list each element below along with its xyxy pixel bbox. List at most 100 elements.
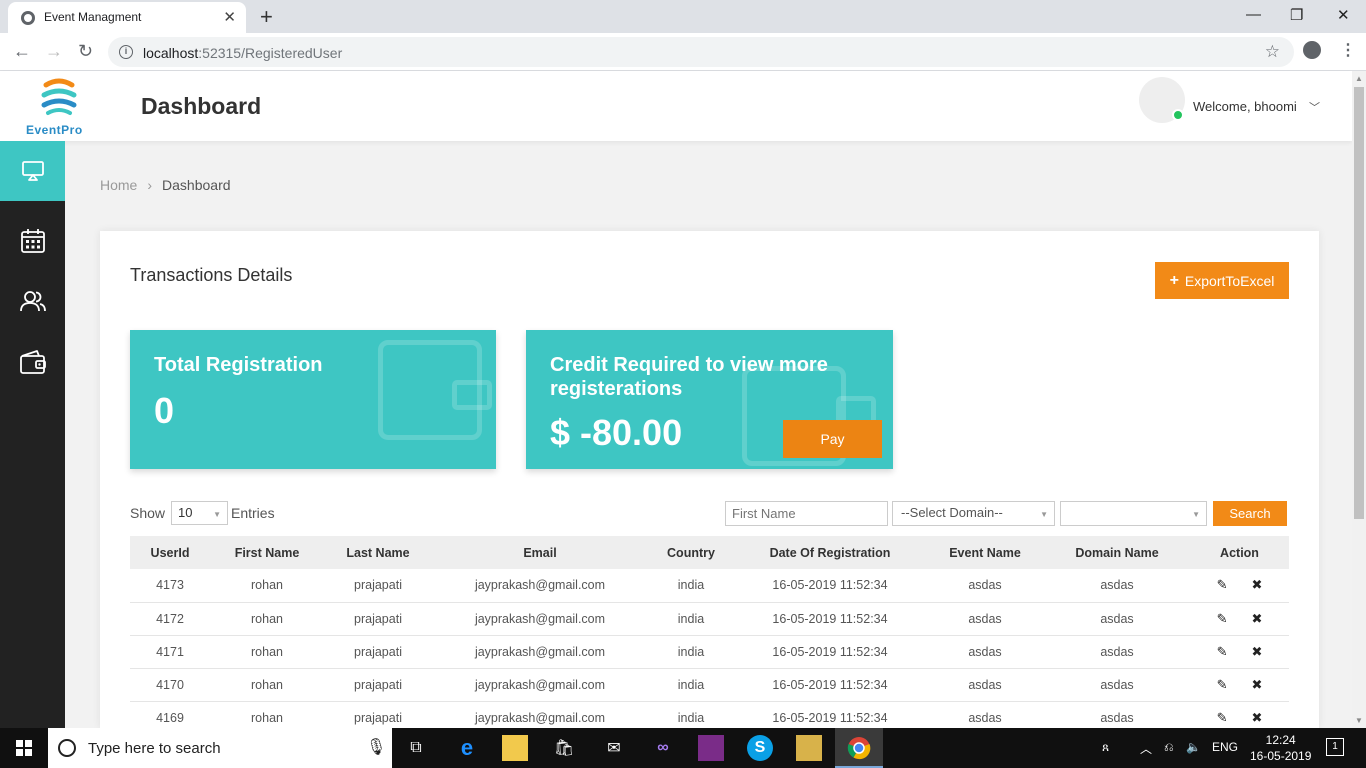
action-center-icon[interactable]: 1 (1326, 738, 1344, 756)
page-scrollbar[interactable]: ▲ ▼ (1352, 71, 1366, 728)
winrar-icon[interactable] (698, 735, 724, 761)
url-path: :52315/RegisteredUser (198, 45, 343, 61)
language-indicator[interactable]: ENG (1212, 740, 1238, 754)
sidebar-item-events[interactable] (0, 211, 65, 271)
sidebar-item-users[interactable] (0, 271, 65, 331)
profile-icon[interactable] (1303, 41, 1321, 59)
total-registration-value: 0 (154, 390, 175, 431)
cell-email: jayprakash@gmail.com (432, 635, 648, 669)
delete-x-icon[interactable]: ✖ (1252, 644, 1263, 660)
search-button[interactable]: Search (1213, 501, 1287, 526)
mail-icon[interactable]: ✉ (601, 735, 627, 761)
cell-country: india (648, 569, 734, 603)
show-label: Show (130, 505, 166, 521)
column-header[interactable]: Last Name (324, 536, 432, 569)
browser-tab-bar: Event Managment ✕ + — ❐ ✕ (0, 0, 1366, 33)
delete-x-icon[interactable]: ✖ (1252, 710, 1263, 726)
address-bar[interactable]: i localhost:52315/RegisteredUser ☆ (108, 37, 1294, 67)
credit-required-value: $ -80.00 (550, 412, 683, 453)
scrollbar-thumb[interactable] (1354, 87, 1364, 519)
sql-server-icon[interactable] (796, 735, 822, 761)
column-header[interactable]: Country (648, 536, 734, 569)
close-window-icon[interactable]: ✕ (1337, 6, 1350, 24)
reload-icon[interactable]: ↻ (78, 41, 93, 62)
cell-last-name: prajapati (324, 701, 432, 728)
cell-country: india (648, 701, 734, 728)
browser-tab[interactable]: Event Managment ✕ (8, 2, 246, 33)
cell-event-name: asdas (926, 635, 1044, 669)
chevron-down-icon[interactable]: ﹀ (1309, 99, 1320, 115)
taskbar-search-box[interactable]: Type here to search 🎙 (48, 728, 392, 768)
people-icon[interactable]: ጸ (1102, 740, 1109, 755)
store-icon[interactable]: 🛍 (551, 735, 577, 761)
user-welcome-menu[interactable]: Welcome, bhoomi (1193, 99, 1297, 114)
skype-icon[interactable]: S (747, 735, 773, 761)
new-tab-button[interactable]: + (260, 4, 273, 30)
column-header[interactable]: Event Name (926, 536, 1044, 569)
bookmark-star-icon[interactable]: ☆ (1265, 42, 1280, 62)
edit-pencil-icon[interactable]: ✎ (1217, 611, 1228, 627)
taskbar-clock[interactable]: 12:24 16-05-2019 (1250, 732, 1311, 764)
table-row: 4171 rohan prajapati jayprakash@gmail.co… (130, 635, 1289, 669)
kebab-menu-icon[interactable]: ⋮ (1340, 40, 1356, 60)
cell-first-name: rohan (210, 701, 324, 728)
edge-browser-icon[interactable]: e (454, 735, 480, 761)
url-text[interactable]: localhost:52315/RegisteredUser (143, 45, 342, 61)
network-icon[interactable]: ⎌ (1164, 740, 1174, 755)
cell-userid: 4172 (130, 602, 210, 636)
visual-studio-icon[interactable]: ∞ (650, 735, 676, 761)
sidebar-item-wallet[interactable] (0, 332, 65, 392)
column-header[interactable]: Date Of Registration (734, 536, 926, 569)
wallet-clasp-shape (452, 380, 492, 410)
breadcrumb-home-link[interactable]: Home (100, 177, 137, 193)
close-tab-icon[interactable]: ✕ (223, 8, 236, 26)
delete-x-icon[interactable]: ✖ (1252, 611, 1263, 627)
edit-pencil-icon[interactable]: ✎ (1217, 644, 1228, 660)
delete-x-icon[interactable]: ✖ (1252, 677, 1263, 693)
page-title: Dashboard (141, 93, 262, 119)
microphone-icon[interactable]: 🎙 (366, 737, 386, 757)
column-header[interactable]: Domain Name (1044, 536, 1190, 569)
event-select[interactable]: ▼ (1060, 501, 1207, 526)
chrome-icon[interactable] (846, 735, 872, 761)
delete-x-icon[interactable]: ✖ (1252, 577, 1263, 593)
sidebar-item-dashboard[interactable] (0, 141, 65, 201)
column-header[interactable]: First Name (210, 536, 324, 569)
table-row: 4172 rohan prajapati jayprakash@gmail.co… (130, 602, 1289, 636)
panel-title: Transactions Details (130, 265, 293, 285)
first-name-input[interactable] (725, 501, 888, 526)
credit-required-label: Credit Required to view more registeratio… (550, 353, 828, 401)
globe-icon (21, 11, 35, 25)
domain-select[interactable]: --Select Domain-- ▼ (892, 501, 1055, 526)
restore-icon[interactable]: ❐ (1290, 6, 1303, 24)
edit-pencil-icon[interactable]: ✎ (1217, 577, 1228, 593)
cortana-circle-icon (58, 739, 76, 757)
minimize-icon[interactable]: — (1246, 6, 1261, 23)
monitor-icon (21, 161, 44, 181)
scroll-up-arrow-icon[interactable]: ▲ (1355, 74, 1363, 83)
task-view-icon[interactable]: ⧉ (403, 735, 429, 761)
scroll-down-arrow-icon[interactable]: ▼ (1355, 716, 1363, 725)
forward-icon[interactable]: → (45, 41, 63, 62)
pay-button[interactable]: Pay (783, 420, 882, 458)
export-to-excel-button[interactable]: + ExportToExcel (1155, 262, 1289, 299)
file-explorer-icon[interactable] (502, 735, 528, 761)
info-icon[interactable]: i (119, 45, 133, 59)
cell-userid: 4169 (130, 701, 210, 728)
entries-select[interactable]: 10 ▼ (171, 501, 228, 525)
show-hidden-icons-chevron-icon[interactable]: ︿ (1140, 740, 1152, 757)
volume-icon[interactable]: 🔈 (1186, 740, 1201, 754)
edit-pencil-icon[interactable]: ✎ (1217, 677, 1228, 693)
calendar-icon (20, 229, 45, 253)
windows-start-icon[interactable] (16, 740, 32, 756)
cell-email: jayprakash@gmail.com (432, 602, 648, 636)
cell-userid: 4173 (130, 569, 210, 603)
column-header[interactable]: Email (432, 536, 648, 569)
app-header: EventPro Dashboard Welcome, bhoomi ﹀ (0, 71, 1352, 141)
logo-text: EventPro (26, 123, 83, 137)
column-header[interactable]: UserId (130, 536, 210, 569)
cell-domain-name: asdas (1044, 701, 1190, 728)
cell-action: ✎ ✖ (1190, 701, 1289, 728)
back-icon[interactable]: ← (13, 41, 31, 62)
edit-pencil-icon[interactable]: ✎ (1217, 710, 1228, 726)
